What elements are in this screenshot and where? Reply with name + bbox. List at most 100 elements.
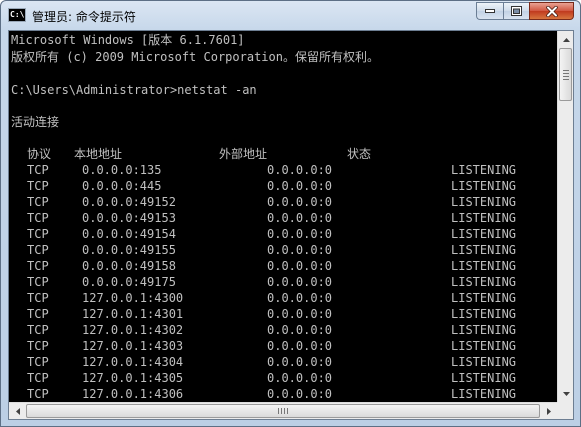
row-protocol: TCP <box>27 211 49 225</box>
console-prompt-line: C:\Users\Administrator>netstat -an <box>11 83 257 97</box>
row-protocol: TCP <box>27 179 49 193</box>
minimize-button[interactable] <box>476 2 503 20</box>
row-foreign-address: 0.0.0.0:0 <box>267 275 333 289</box>
row-protocol: TCP <box>27 323 49 337</box>
row-local-address: 127.0.0.1:4302 <box>82 323 184 337</box>
table-row: TCP 0.0.0.0:49152 0.0.0.0:0 LISTENING <box>11 194 551 210</box>
row-protocol: TCP <box>27 339 49 353</box>
scroll-left-arrow-icon <box>15 407 20 415</box>
vertical-scroll-thumb[interactable] <box>559 48 572 101</box>
row-local-address: 127.0.0.1:4305 <box>82 371 184 385</box>
close-icon <box>545 5 558 17</box>
table-row: TCP 0.0.0.0:49153 0.0.0.0:0 LISTENING <box>11 210 551 226</box>
section-title: 活动连接 <box>11 115 60 129</box>
close-button[interactable] <box>529 2 574 20</box>
row-state: LISTENING <box>451 307 517 321</box>
row-foreign-address: 0.0.0.0:0 <box>267 259 333 273</box>
row-foreign-address: 0.0.0.0:0 <box>267 195 333 209</box>
scroll-right-arrow-icon <box>546 407 551 415</box>
row-foreign-address: 0.0.0.0:0 <box>267 163 333 177</box>
row-state: LISTENING <box>451 243 517 257</box>
row-local-address: 0.0.0.0:49175 <box>82 275 176 289</box>
horizontal-scrollbar[interactable] <box>9 402 557 419</box>
row-foreign-address: 0.0.0.0:0 <box>267 179 333 193</box>
scroll-up-button[interactable] <box>558 31 573 48</box>
column-header-row: 协议 本地地址 外部地址 状态 <box>11 146 551 162</box>
scroll-up-arrow-icon <box>562 37 570 42</box>
title-bar[interactable]: C:\ 管理员: 命令提示符 <box>1 1 580 29</box>
row-protocol: TCP <box>27 307 49 321</box>
row-foreign-address: 0.0.0.0:0 <box>267 307 333 321</box>
row-state: LISTENING <box>451 259 517 273</box>
scroll-right-button[interactable] <box>540 403 557 419</box>
size-grip[interactable] <box>557 402 573 419</box>
scroll-down-button[interactable] <box>558 385 573 402</box>
row-protocol: TCP <box>27 291 49 305</box>
row-local-address: 0.0.0.0:49155 <box>82 243 176 257</box>
table-row: TCP 127.0.0.1:4306 0.0.0.0:0 LISTENING <box>11 386 551 402</box>
row-state: LISTENING <box>451 211 517 225</box>
scroll-down-arrow-icon <box>562 391 570 396</box>
row-foreign-address: 0.0.0.0:0 <box>267 339 333 353</box>
console-output[interactable]: Microsoft Windows [版本 6.1.7601] 版权所有 (c)… <box>9 31 557 402</box>
row-protocol: TCP <box>27 355 49 369</box>
row-foreign-address: 0.0.0.0:0 <box>267 355 333 369</box>
command-prompt-window: C:\ 管理员: 命令提示符 Microsoft Windows [版本 6.1… <box>0 0 581 427</box>
row-local-address: 0.0.0.0:49158 <box>82 259 176 273</box>
row-local-address: 0.0.0.0:445 <box>82 179 162 193</box>
row-state: LISTENING <box>451 227 517 241</box>
row-local-address: 127.0.0.1:4306 <box>82 387 184 401</box>
row-foreign-address: 0.0.0.0:0 <box>267 387 333 401</box>
row-state: LISTENING <box>451 339 517 353</box>
row-state: LISTENING <box>451 355 517 369</box>
console-header-line: Microsoft Windows [版本 6.1.7601] <box>11 33 245 47</box>
row-protocol: TCP <box>27 259 49 273</box>
row-foreign-address: 0.0.0.0:0 <box>267 227 333 241</box>
row-local-address: 127.0.0.1:4301 <box>82 307 184 321</box>
table-row: TCP 127.0.0.1:4305 0.0.0.0:0 LISTENING <box>11 370 551 386</box>
table-row: TCP 127.0.0.1:4301 0.0.0.0:0 LISTENING <box>11 306 551 322</box>
row-foreign-address: 0.0.0.0:0 <box>267 323 333 337</box>
row-protocol: TCP <box>27 387 49 401</box>
row-state: LISTENING <box>451 323 517 337</box>
row-state: LISTENING <box>451 195 517 209</box>
row-protocol: TCP <box>27 371 49 385</box>
window-title: 管理员: 命令提示符 <box>32 10 136 24</box>
row-local-address: 127.0.0.1:4304 <box>82 355 184 369</box>
row-local-address: 127.0.0.1:4300 <box>82 291 184 305</box>
table-row: TCP 0.0.0.0:49175 0.0.0.0:0 LISTENING <box>11 274 551 290</box>
row-state: LISTENING <box>451 275 517 289</box>
row-protocol: TCP <box>27 243 49 257</box>
row-state: LISTENING <box>451 179 517 193</box>
table-row: TCP 127.0.0.1:4304 0.0.0.0:0 LISTENING <box>11 354 551 370</box>
cmd-icon[interactable]: C:\ <box>8 8 26 22</box>
row-foreign-address: 0.0.0.0:0 <box>267 243 333 257</box>
row-protocol: TCP <box>27 195 49 209</box>
row-local-address: 0.0.0.0:49152 <box>82 195 176 209</box>
row-protocol: TCP <box>27 163 49 177</box>
row-local-address: 0.0.0.0:135 <box>82 163 162 177</box>
row-foreign-address: 0.0.0.0:0 <box>267 291 333 305</box>
column-header-state: 状态 <box>347 147 372 161</box>
maximize-icon <box>511 6 522 16</box>
row-foreign-address: 0.0.0.0:0 <box>267 211 333 225</box>
table-row: TCP 127.0.0.1:4302 0.0.0.0:0 LISTENING <box>11 322 551 338</box>
row-protocol: TCP <box>27 275 49 289</box>
row-foreign-address: 0.0.0.0:0 <box>267 371 333 385</box>
table-row: TCP 0.0.0.0:445 0.0.0.0:0 LISTENING <box>11 178 551 194</box>
table-row: TCP 127.0.0.1:4300 0.0.0.0:0 LISTENING <box>11 290 551 306</box>
table-row: TCP 0.0.0.0:135 0.0.0.0:0 LISTENING <box>11 162 551 178</box>
row-local-address: 0.0.0.0:49153 <box>82 211 176 225</box>
console-copyright-line: 版权所有 (c) 2009 Microsoft Corporation。保留所有… <box>11 50 379 64</box>
maximize-button[interactable] <box>503 2 529 20</box>
row-protocol: TCP <box>27 227 49 241</box>
vertical-scrollbar[interactable] <box>557 31 573 402</box>
horizontal-scroll-thumb[interactable] <box>26 404 540 418</box>
scroll-left-button[interactable] <box>9 403 26 419</box>
row-state: LISTENING <box>451 371 517 385</box>
table-row: TCP 0.0.0.0:49158 0.0.0.0:0 LISTENING <box>11 258 551 274</box>
column-header-foreign-address: 外部地址 <box>219 147 268 161</box>
row-local-address: 127.0.0.1:4303 <box>82 339 184 353</box>
row-local-address: 0.0.0.0:49154 <box>82 227 176 241</box>
table-row: TCP 0.0.0.0:49155 0.0.0.0:0 LISTENING <box>11 242 551 258</box>
